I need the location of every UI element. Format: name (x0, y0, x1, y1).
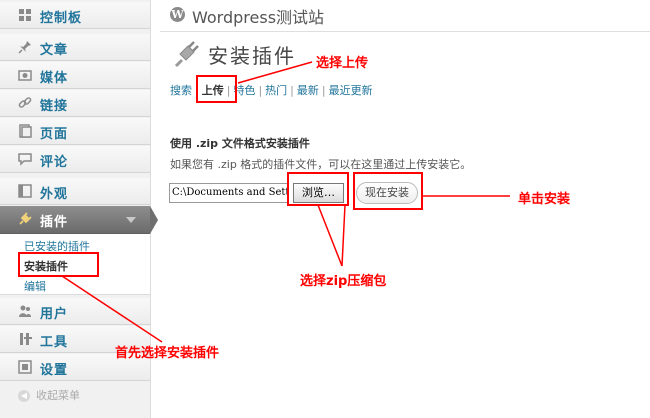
highlight-upload-tab (196, 75, 237, 103)
annotation-upload: 选择上传 (316, 56, 369, 71)
annotation-zip: 选择zip压缩包 (300, 274, 387, 289)
highlight-install (353, 172, 423, 210)
highlight-add-plugin (18, 252, 99, 277)
highlight-browse (287, 172, 349, 206)
annotation-install: 单击安装 (518, 192, 571, 207)
annotation-first-step: 首先选择安装插件 (115, 346, 220, 361)
